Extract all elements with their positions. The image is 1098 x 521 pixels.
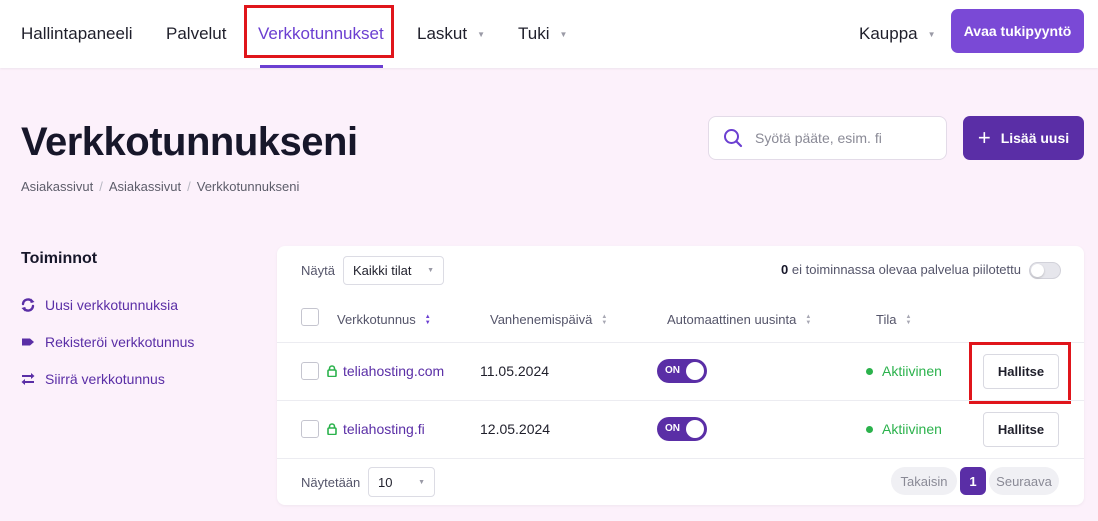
status-text: Aktiivinen [882, 421, 942, 437]
toggle-state: ON [665, 365, 680, 376]
toggle-knob [686, 420, 704, 438]
row-checkbox[interactable] [301, 420, 319, 438]
column-header-label: Tila [876, 312, 897, 327]
breadcrumb-separator: / [187, 179, 191, 194]
per-page-label: Näytetään [301, 475, 361, 490]
open-ticket-button[interactable]: Avaa tukipyyntö [951, 9, 1084, 53]
status-filter-select[interactable]: Kaikki tilat ▼ [343, 256, 444, 285]
nav-item-shop[interactable]: Kauppa ▼ [859, 0, 936, 68]
chevron-down-icon: ▼ [927, 29, 936, 39]
status-text: Aktiivinen [882, 363, 942, 379]
row-checkbox[interactable] [301, 362, 319, 380]
search-input[interactable] [755, 130, 925, 146]
manage-button[interactable]: Hallitse [983, 354, 1059, 389]
breadcrumb: Asiakassivut / Asiakassivut / Verkkotunn… [21, 179, 299, 194]
status-badge: Aktiivinen [866, 421, 942, 437]
row-divider [277, 458, 1084, 459]
pager-prev-button[interactable]: Takaisin [891, 467, 957, 495]
top-navigation: Hallintapaneeli Palvelut Verkkotunnukset… [0, 0, 1098, 68]
nav-item-support[interactable]: Tuki ▼ [518, 0, 567, 68]
sort-icon: ▲ ▼ [905, 313, 912, 326]
pager-current-page[interactable]: 1 [960, 467, 986, 495]
per-page-select[interactable]: 10 ▼ [368, 467, 435, 497]
breadcrumb-item[interactable]: Asiakassivut [109, 179, 181, 194]
sidebar-item-register[interactable]: Rekisteröi verkkotunnus [21, 334, 194, 350]
domain-link[interactable]: teliahosting.com [327, 363, 444, 379]
domain-name: teliahosting.fi [343, 421, 425, 437]
auto-renew-toggle[interactable]: ON [657, 417, 707, 441]
breadcrumb-item[interactable]: Asiakassivut [21, 179, 93, 194]
plus-icon: + [977, 125, 991, 150]
nav-item-label: Palvelut [166, 24, 227, 43]
pager-next-button[interactable]: Seuraava [989, 467, 1059, 495]
sort-icon: ▲ ▼ [424, 313, 431, 326]
chevron-down-icon: ▼ [559, 29, 568, 39]
hidden-services-note: 0 ei toiminnassa olevaa palvelua piilote… [781, 262, 1021, 277]
column-header-domain[interactable]: Verkkotunnus ▲ ▼ [337, 312, 431, 327]
active-tab-indicator [260, 65, 383, 68]
sidebar-item-transfer[interactable]: Siirrä verkkotunnus [21, 371, 165, 387]
sidebar-item-renew[interactable]: Uusi verkkotunnuksia [21, 297, 178, 313]
hidden-text: ei toiminnassa olevaa palvelua piilotett… [791, 262, 1021, 277]
lock-icon [327, 365, 337, 377]
breadcrumb-item: Verkkotunnukseni [196, 179, 300, 194]
chevron-down-icon: ▼ [427, 267, 434, 274]
page-title: Verkkotunnukseni [21, 120, 358, 164]
chevron-down-icon: ▼ [477, 29, 486, 39]
sidebar-title: Toiminnot [21, 250, 98, 267]
sort-icon: ▲ ▼ [601, 313, 608, 326]
column-header-label: Verkkotunnus [337, 312, 416, 327]
domain-name: teliahosting.com [343, 363, 445, 379]
renew-icon [21, 298, 35, 312]
status-dot [866, 425, 873, 433]
toggle-knob [1031, 264, 1044, 277]
sidebar-item-label: Rekisteröi verkkotunnus [45, 334, 195, 350]
nav-item-label: Tuki [518, 24, 550, 43]
breadcrumb-separator: / [99, 179, 103, 194]
nav-item-label: Laskut [417, 24, 468, 43]
nav-item-label: Kauppa [859, 24, 918, 43]
expiry-date: 12.05.2024 [480, 421, 551, 437]
transfer-icon [21, 373, 35, 385]
per-page-value: 10 [378, 474, 393, 490]
toggle-knob [686, 362, 704, 380]
add-new-label: Lisää uusi [1000, 130, 1070, 146]
nav-item-domains[interactable]: Verkkotunnukset [258, 0, 384, 68]
column-header-expiry[interactable]: Vanhenemispäivä ▲ ▼ [490, 312, 607, 327]
column-header-label: Automaattinen uusinta [667, 312, 797, 327]
nav-item-dashboard[interactable]: Hallintapaneeli [21, 0, 133, 68]
search-icon [724, 129, 743, 148]
manage-button[interactable]: Hallitse [983, 412, 1059, 447]
tag-icon [22, 338, 34, 346]
nav-item-invoices[interactable]: Laskut ▼ [417, 0, 485, 68]
row-divider [277, 400, 1084, 401]
show-label: Näytä [301, 263, 335, 278]
sidebar-item-label: Siirrä verkkotunnus [45, 371, 165, 387]
select-all-checkbox[interactable] [301, 308, 319, 326]
column-header-status[interactable]: Tila ▲ ▼ [876, 312, 911, 327]
nav-item-label: Hallintapaneeli [21, 24, 133, 43]
column-header-auto-renew[interactable]: Automaattinen uusinta ▲ ▼ [667, 312, 811, 327]
lock-icon [327, 423, 337, 435]
status-dot [866, 367, 873, 375]
add-new-button[interactable]: + Lisää uusi [963, 116, 1084, 160]
domain-link[interactable]: teliahosting.fi [327, 421, 425, 437]
nav-item-services[interactable]: Palvelut [166, 0, 226, 68]
auto-renew-toggle[interactable]: ON [657, 359, 707, 383]
sidebar-item-label: Uusi verkkotunnuksia [45, 297, 179, 313]
toggle-state: ON [665, 423, 680, 434]
domains-table-card: Näytä Kaikki tilat ▼ 0 ei toiminnassa ol… [277, 246, 1084, 505]
domain-search [708, 116, 947, 160]
nav-item-label: Verkkotunnukset [258, 24, 384, 43]
chevron-down-icon: ▼ [418, 478, 425, 486]
show-hidden-toggle[interactable] [1029, 262, 1061, 279]
row-divider [277, 342, 1084, 343]
hidden-count: 0 [781, 262, 789, 277]
sort-icon: ▲ ▼ [805, 313, 812, 326]
expiry-date: 11.05.2024 [480, 363, 550, 379]
column-header-label: Vanhenemispäivä [490, 312, 593, 327]
status-filter-value: Kaikki tilat [353, 263, 412, 278]
status-badge: Aktiivinen [866, 363, 942, 379]
